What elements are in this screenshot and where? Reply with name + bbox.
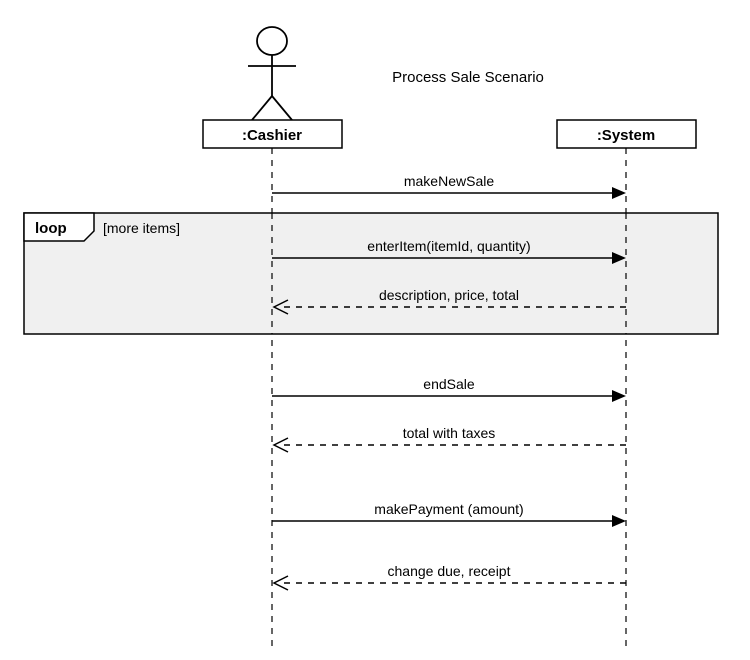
message-endSale: endSale bbox=[272, 376, 626, 402]
message-enterItem-label: enterItem(itemId, quantity) bbox=[367, 238, 530, 254]
message-makePayment: makePayment (amount) bbox=[272, 501, 626, 527]
message-change: change due, receipt bbox=[274, 563, 626, 590]
message-endSale-label: endSale bbox=[423, 376, 475, 392]
message-makePayment-label: makePayment (amount) bbox=[374, 501, 523, 517]
message-change-label: change due, receipt bbox=[388, 563, 511, 579]
participant-system-label: :System bbox=[597, 127, 655, 144]
loop-fragment: loop [more items] bbox=[24, 213, 718, 334]
message-description-label: description, price, total bbox=[379, 287, 519, 303]
sequence-diagram: Process Sale Scenario :Cashier :System l… bbox=[0, 0, 750, 660]
diagram-title: Process Sale Scenario bbox=[392, 69, 544, 86]
loop-label: loop bbox=[35, 220, 67, 237]
message-total: total with taxes bbox=[274, 425, 626, 452]
message-total-label: total with taxes bbox=[403, 425, 496, 441]
message-makeNewSale: makeNewSale bbox=[272, 173, 626, 199]
participant-cashier-label: :Cashier bbox=[242, 127, 302, 144]
message-makeNewSale-label: makeNewSale bbox=[404, 173, 494, 189]
participant-cashier: :Cashier bbox=[203, 120, 342, 148]
actor-icon bbox=[248, 27, 296, 120]
loop-guard: [more items] bbox=[103, 220, 180, 236]
participant-system: :System bbox=[557, 120, 696, 148]
